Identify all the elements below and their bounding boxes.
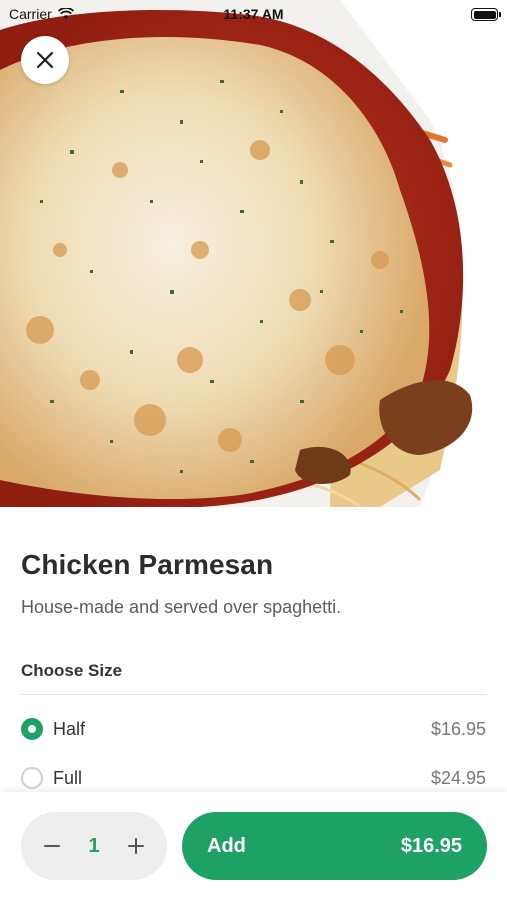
minus-icon — [44, 845, 60, 847]
add-button-price: $16.95 — [400, 834, 462, 857]
increment-button[interactable] — [125, 835, 147, 857]
battery-icon — [471, 8, 501, 21]
close-button[interactable] — [21, 36, 69, 84]
radio-selected-icon[interactable] — [21, 718, 43, 740]
size-option-half[interactable]: Half $16.95 — [21, 709, 486, 749]
add-button-label: Add — [207, 834, 246, 857]
item-title: Chicken Parmesan — [21, 549, 274, 580]
radio-unselected-icon[interactable] — [21, 767, 43, 789]
size-section-title: Choose Size — [21, 661, 123, 680]
item-photo — [0, 0, 507, 507]
status-time: 11:37 AM — [223, 6, 284, 22]
order-bar: 1 Add $16.95 — [0, 792, 507, 900]
size-option-price: $24.95 — [430, 767, 486, 788]
chicken-parmesan-image — [0, 0, 507, 507]
size-option-price: $16.95 — [430, 718, 486, 739]
decrement-button[interactable] — [41, 835, 63, 857]
size-option-label: Half — [53, 718, 86, 739]
quantity-value: 1 — [88, 834, 100, 857]
size-option-label: Full — [53, 767, 83, 788]
status-bar: Carrier 11:37 AM — [0, 0, 507, 28]
section-divider — [21, 694, 486, 695]
plus-icon — [128, 838, 144, 854]
quantity-stepper: 1 — [21, 812, 167, 880]
close-icon — [36, 51, 54, 69]
add-to-cart-button[interactable]: Add $16.95 — [182, 812, 487, 880]
item-description: House-made and served over spaghetti. — [21, 597, 342, 617]
